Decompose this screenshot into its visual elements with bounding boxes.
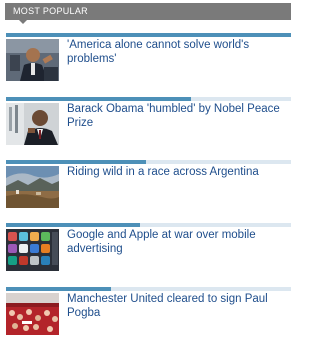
- obama-portrait-photo-icon[interactable]: [6, 103, 59, 145]
- story-headline-link[interactable]: Manchester United cleared to sign Paul P…: [67, 292, 289, 320]
- app-icons-collage-photo-icon[interactable]: [6, 229, 59, 271]
- story-headline-link[interactable]: 'America alone cannot solve world's prob…: [67, 38, 289, 66]
- popularity-bar: [6, 97, 291, 101]
- popularity-bar-fill: [6, 287, 111, 291]
- popularity-bar: [6, 223, 291, 227]
- popularity-bar-fill: [6, 97, 191, 101]
- header-pointer-icon: [19, 20, 27, 24]
- story-item[interactable]: Barack Obama 'humbled' by Nobel Peace Pr…: [6, 97, 291, 157]
- most-popular-header: MOST POPULAR: [5, 3, 291, 24]
- story-headline-link[interactable]: Google and Apple at war over mobile adve…: [67, 228, 289, 256]
- popularity-bar-fill: [6, 33, 291, 37]
- popularity-bar-fill: [6, 160, 146, 164]
- popularity-bar: [6, 33, 291, 37]
- popularity-bar: [6, 160, 291, 164]
- story-headline-link[interactable]: Barack Obama 'humbled' by Nobel Peace Pr…: [67, 102, 289, 130]
- story-item[interactable]: Riding wild in a race across Argentina: [6, 160, 291, 220]
- story-item[interactable]: 'America alone cannot solve world's prob…: [6, 33, 291, 93]
- story-item[interactable]: Google and Apple at war over mobile adve…: [6, 223, 291, 283]
- popularity-bar: [6, 287, 291, 291]
- landscape-photo-icon[interactable]: [6, 166, 59, 208]
- speaker-at-podium-photo-icon[interactable]: [6, 39, 59, 81]
- story-headline-link[interactable]: Riding wild in a race across Argentina: [67, 165, 289, 179]
- popularity-bar-fill: [6, 223, 140, 227]
- story-item[interactable]: Manchester United cleared to sign Paul P…: [6, 287, 291, 347]
- most-popular-title: MOST POPULAR: [13, 6, 88, 16]
- football-crowd-photo-icon[interactable]: [6, 293, 59, 335]
